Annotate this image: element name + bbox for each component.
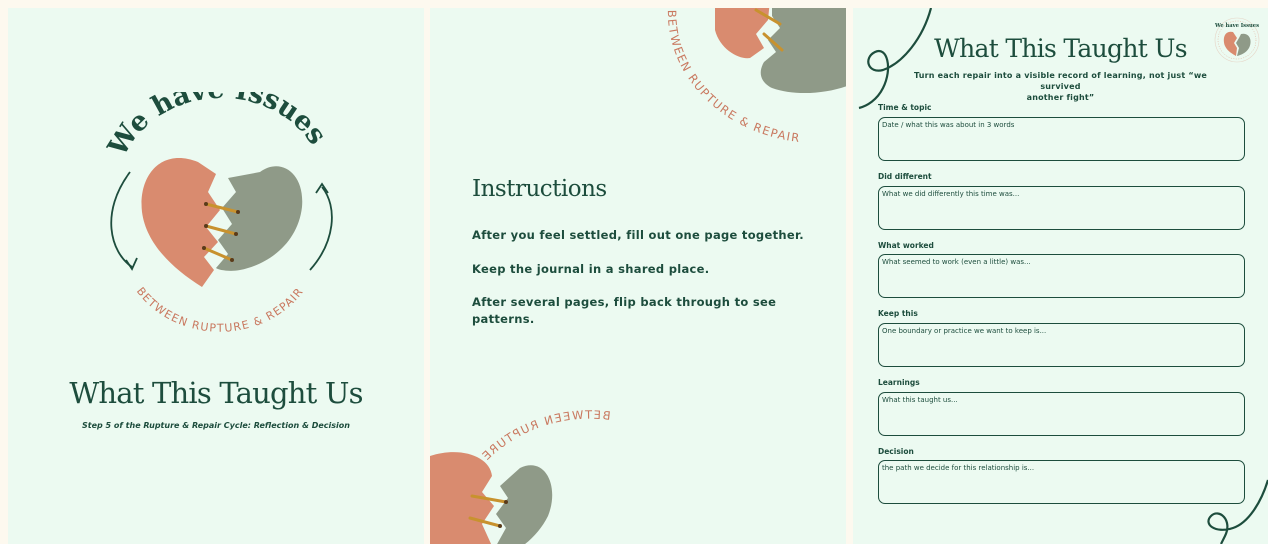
field-placeholder: Date / what this was about in 3 words [882,121,1015,129]
right-arrow-icon [309,186,333,271]
top-heart-art: BETWEEN RUPTURE & REPAIR [665,8,846,145]
field-placeholder: What seemed to work (even a little) was.… [882,258,1031,266]
field-label-keep-this: Keep this [878,309,918,318]
field-decision[interactable]: the path we decide for this relationship… [878,460,1245,504]
svg-text:We have Issues: We have Issues [1214,23,1259,29]
brand-arc-text: We have Issues [102,92,333,162]
bottom-heart-art: BETWEEN RUPTURE & REPAIR [430,408,611,544]
field-learnings[interactable]: What this taught us... [878,392,1245,436]
field-time-topic[interactable]: Date / what this was about in 3 words [878,117,1245,161]
heart-logo: We have Issues BETWEEN RUPTURE & REPAIR [102,92,333,335]
field-placeholder: What we did differently this time was... [882,190,1020,198]
left-arrow-icon [110,171,133,268]
field-placeholder: What this taught us... [882,396,958,404]
tagline-arc-text: BETWEEN RUPTURE & REPAIR [134,285,306,335]
cover-title: What This Taught Us [69,376,363,410]
instruction-line-3a: After several pages, flip back through t… [472,295,777,309]
instructions-page: BETWEEN RUPTURE & REPAIR Instructions Af… [430,8,846,544]
cover-subtitle: Step 5 of the Rupture & Repair Cycle: Re… [82,421,350,430]
heart-right-half [216,166,303,271]
instruction-line-2: Keep the journal in a shared place. [472,262,710,276]
field-label-time-topic: Time & topic [878,103,932,112]
heart-right-half [496,465,553,544]
field-placeholder: One boundary or practice we want to keep… [882,327,1047,335]
worksheet-title: What This Taught Us [934,34,1187,63]
field-label-decision: Decision [878,447,914,456]
heart-left-half [141,158,220,287]
cover-page: We have Issues BETWEEN RUPTURE & REPAIR … [8,8,424,544]
heart-left-half [715,8,770,59]
field-did-different[interactable]: What we did differently this time was... [878,186,1245,230]
instruction-line-1: After you feel settled, fill out one pag… [472,228,804,242]
field-label-what-worked: What worked [878,241,934,250]
field-keep-this[interactable]: One boundary or practice we want to keep… [878,323,1245,367]
worksheet-page: We have Issues What This Taught Us Turn … [853,8,1268,544]
worksheet-subtitle-line-1: Turn each repair into a visible record o… [913,71,1208,91]
field-label-learnings: Learnings [878,378,920,387]
worksheet-subtitle-line-2: another fight” [1026,93,1095,102]
instruction-line-3b: patterns. [472,312,535,326]
swirl-bottom-right-icon [1207,479,1268,544]
field-what-worked[interactable]: What seemed to work (even a little) was.… [878,254,1245,298]
worksheet-subtitle: Turn each repair into a visible record o… [893,70,1228,103]
instructions-heading: Instructions [472,176,607,202]
field-label-did-different: Did different [878,172,932,181]
field-placeholder: the path we decide for this relationship… [882,464,1035,472]
